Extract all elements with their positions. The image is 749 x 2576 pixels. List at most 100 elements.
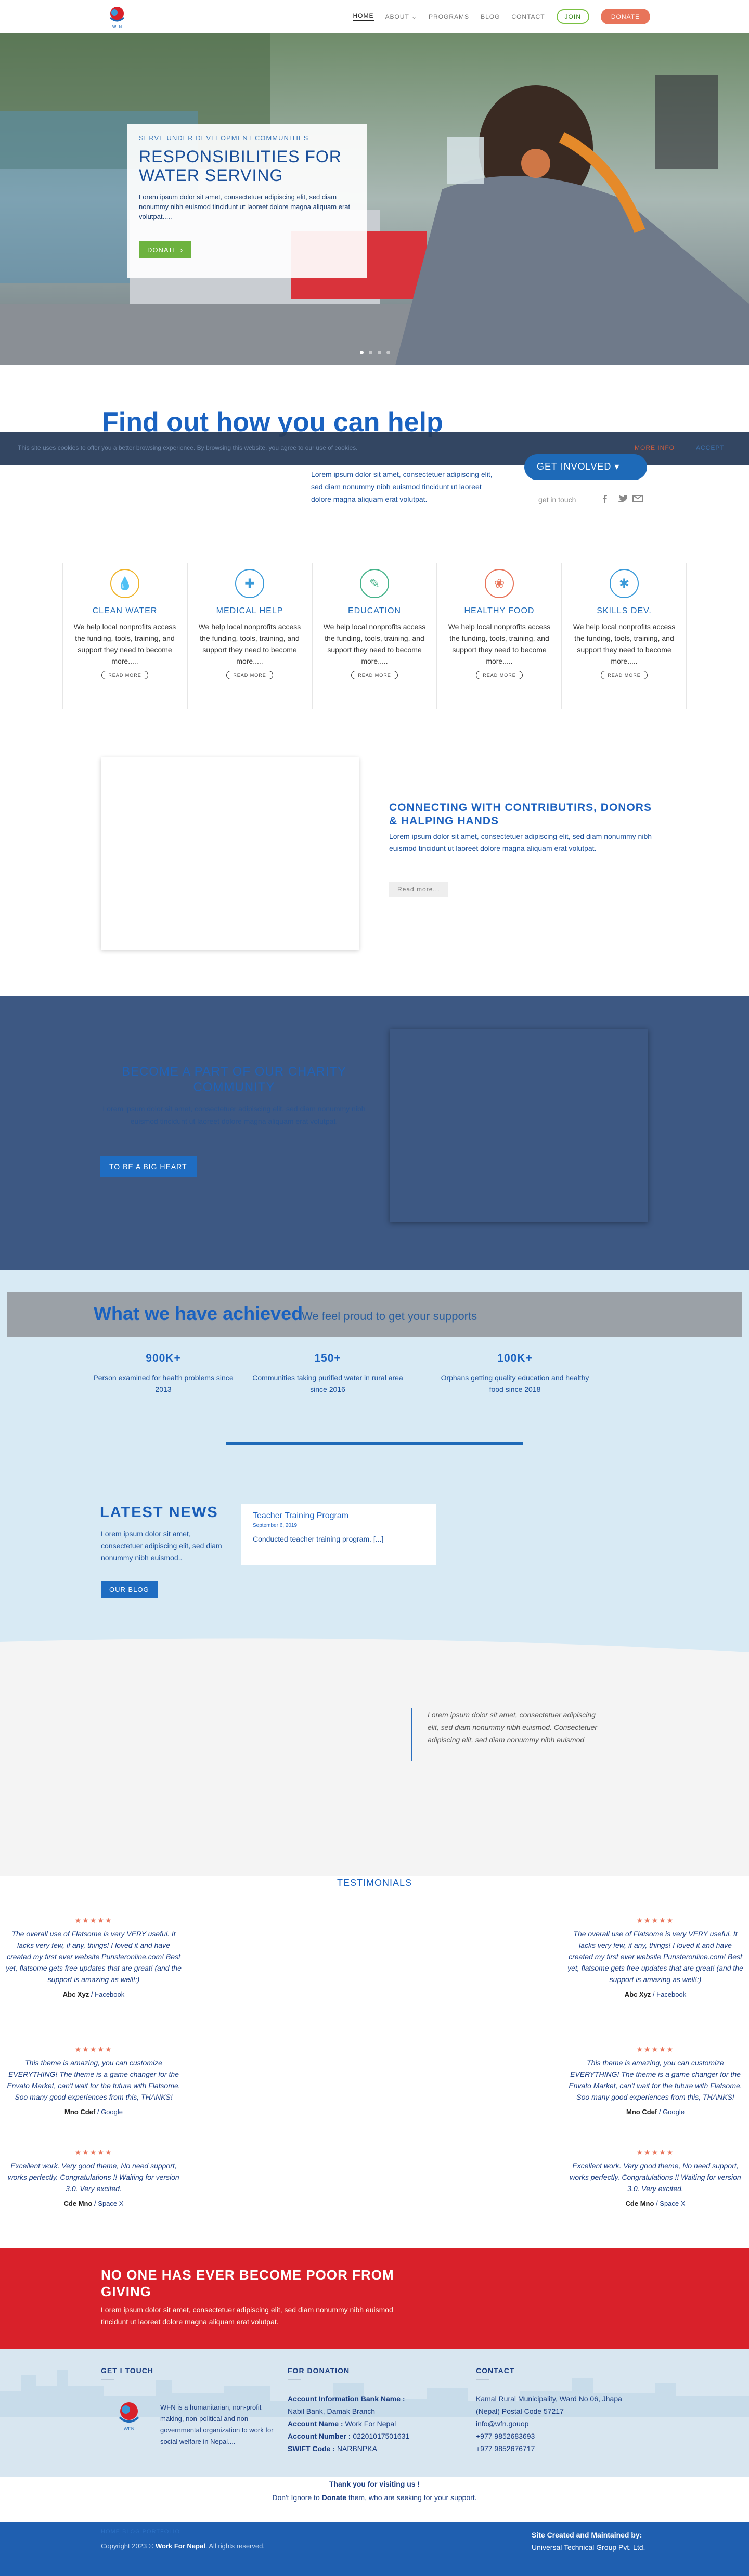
- footer-bank-info: Account Information Bank Name : Nabil Ba…: [288, 2392, 454, 2455]
- testimonial-author: Cde Mno / Space X: [625, 2199, 686, 2207]
- slider-dot[interactable]: [378, 351, 381, 354]
- stat-number: 100K+: [497, 1352, 533, 1364]
- our-blog-button[interactable]: OUR BLOG: [101, 1581, 158, 1598]
- email-icon[interactable]: [632, 493, 643, 504]
- connect-title: CONNECTING WITH CONTRIBUTIRS, DONORS & H…: [389, 801, 652, 827]
- hero-content-box: SERVE UNDER DEVELOPMENT COMMUNITIES RESP…: [127, 124, 367, 278]
- latest-news-text: Lorem ipsum dolor sit amet, consectetuer…: [101, 1530, 222, 1562]
- join-button[interactable]: JOIN: [556, 9, 589, 24]
- slider-dot[interactable]: [369, 351, 372, 354]
- big-heart-text: Lorem ipsum dolor sit amet, consectetuer…: [102, 1105, 366, 1125]
- stat-label: Communities taking purified water in rur…: [252, 1374, 403, 1393]
- phone-link[interactable]: +977 9852683693: [476, 2430, 653, 2442]
- read-more-button[interactable]: READ MORE: [351, 671, 398, 679]
- facebook-icon[interactable]: [599, 493, 610, 504]
- stat-number: 150+: [314, 1352, 341, 1364]
- footer-col-get-in-touch-title: GET I TOUCH: [101, 2366, 153, 2375]
- twitter-icon[interactable]: [615, 493, 628, 504]
- testimonial-author: Abc Xyz / Facebook: [624, 1990, 687, 1998]
- nav-about[interactable]: ABOUT ⌄: [385, 13, 418, 20]
- connect-text: Lorem ipsum dolor sit amet, consectetuer…: [389, 832, 652, 852]
- findout-text: Lorem ipsum dolor sit amet, consectetuer…: [311, 470, 493, 503]
- nav-contact[interactable]: CONTACT: [511, 13, 545, 20]
- news-card-date: September 6, 2019: [253, 1523, 298, 1529]
- big-heart-media-placeholder: [390, 1029, 648, 1222]
- main-nav: HOME ABOUT ⌄ PROGRAMS BLOG CONTACT JOIN …: [353, 9, 650, 24]
- phone-link[interactable]: +977 9852676717: [476, 2442, 653, 2455]
- bottom-nav-links[interactable]: HOME BLOG PORTFOLIO: [101, 2529, 180, 2535]
- email-link[interactable]: info@wfn.gouop: [476, 2417, 653, 2430]
- testimonial-quote: This theme is amazing, you can customize…: [7, 2059, 180, 2101]
- address-line: (Nepal) Postal Code 57217: [476, 2407, 564, 2415]
- rating-stars: ★★★★★: [636, 1916, 675, 1924]
- testimonial-right-2: ★★★★★ This theme is amazing, you can cus…: [567, 2045, 744, 2116]
- maintained-by: Site Created and Maintained by: Universa…: [532, 2531, 645, 2552]
- giving-banner-text: Lorem ipsum dolor sit amet, consectetuer…: [101, 2306, 393, 2326]
- thanks-title: Thank you for visiting us !: [329, 2480, 420, 2488]
- read-more-button[interactable]: READ MORE: [226, 671, 273, 679]
- book-icon: ✎: [360, 569, 389, 598]
- connect-read-more-button[interactable]: Read more...: [389, 882, 448, 897]
- rating-stars: ★★★★★: [636, 2045, 675, 2053]
- stat-label: Person examined for health problems sinc…: [93, 1374, 234, 1393]
- slider-dot[interactable]: [386, 351, 390, 354]
- cookie-more-info-link[interactable]: MORE INFO: [635, 444, 675, 451]
- giving-banner-title: NO ONE HAS EVER BECOME POOR FROM GIVING: [101, 2267, 394, 2299]
- nav-home[interactable]: HOME: [353, 12, 374, 21]
- big-heart-title: Become a part of our charity community: [121, 1065, 347, 1094]
- hero-text: Lorem ipsum dolor sit amet, consectetuer…: [139, 193, 351, 221]
- stat-number: 900K+: [146, 1352, 181, 1364]
- testimonial-quote: The overall use of Flatsome is very VERY…: [567, 1930, 743, 1984]
- read-more-button[interactable]: READ MORE: [476, 671, 523, 679]
- footer-about-text: WFN is a humanitarian, non-profit making…: [160, 2403, 274, 2445]
- food-icon: ❀: [485, 569, 514, 598]
- news-card[interactable]: Teacher Training Program September 6, 20…: [241, 1504, 436, 1565]
- achievements-title: What we have achieved: [94, 1303, 303, 1324]
- copyright-text: Copyright 2023 © Work For Nepal. All rig…: [101, 2542, 265, 2550]
- connect-media-placeholder: [101, 757, 359, 950]
- hero-photo: [0, 33, 749, 365]
- service-title: SKILLS DEV.: [597, 606, 652, 615]
- testimonial-quote: The overall use of Flatsome is very VERY…: [6, 1930, 182, 1984]
- testimonial-quote: Excellent work. Very good theme, No need…: [8, 2161, 179, 2193]
- quote-section: [0, 1632, 749, 1876]
- slider-dot[interactable]: [360, 351, 364, 354]
- site-logo[interactable]: WFN: [102, 3, 132, 30]
- big-heart-button[interactable]: TO BE A BIG HEART: [100, 1156, 197, 1177]
- footer-logo[interactable]: WFN: [109, 2398, 149, 2432]
- quote-text: Lorem ipsum dolor sit amet, consectetuer…: [428, 1711, 598, 1744]
- read-more-button[interactable]: READ MORE: [101, 671, 148, 679]
- slider-dots: [360, 351, 390, 354]
- read-more-button[interactable]: READ MORE: [601, 671, 648, 679]
- stat-water: 150+ Communities taking purified water i…: [250, 1352, 406, 1395]
- nav-blog[interactable]: BLOG: [481, 13, 500, 20]
- get-involved-button[interactable]: GET INVOLVED ▾: [524, 454, 647, 480]
- service-text: We help local nonprofits access the fund…: [198, 623, 301, 665]
- cookie-accept-button[interactable]: ACCEPT: [696, 444, 725, 451]
- service-title: MEDICAL HELP: [216, 606, 283, 615]
- testimonial-quote: Excellent work. Very good theme, No need…: [570, 2161, 741, 2193]
- section-wave: [0, 1632, 749, 1652]
- achievements-subtitle: We feel proud to get your supports: [302, 1310, 477, 1323]
- testimonial-left-1: ★★★★★ The overall use of Flatsome is ver…: [5, 1916, 182, 1998]
- hero-donate-button[interactable]: DONATE ›: [139, 241, 192, 258]
- bank-line: SWIFT Code : NARBNPKA: [288, 2444, 377, 2453]
- hero-eyebrow: SERVE UNDER DEVELOPMENT COMMUNITIES: [139, 134, 309, 142]
- stat-orphans: 100K+ Orphans getting quality education …: [437, 1352, 593, 1395]
- caret-down-icon: ▾: [614, 461, 620, 472]
- stat-health: 900K+ Person examined for health problem…: [85, 1352, 241, 1395]
- nav-programs[interactable]: PROGRAMS: [429, 13, 469, 20]
- svg-text:WFN: WFN: [124, 2426, 135, 2431]
- testimonial-author: Cde Mno / Space X: [63, 2199, 124, 2207]
- section-divider: [226, 1442, 523, 1445]
- news-card-title[interactable]: Teacher Training Program: [253, 1511, 424, 1521]
- service-text: We help local nonprofits access the fund…: [73, 623, 176, 665]
- footer-col-underline: [101, 2379, 114, 2380]
- donate-header-button[interactable]: DONATE: [600, 9, 650, 24]
- rating-stars: ★★★★★: [636, 2148, 675, 2156]
- stat-label: Orphans getting quality education and he…: [441, 1374, 589, 1393]
- rating-stars: ★★★★★: [74, 2045, 113, 2053]
- footer-col-underline: [476, 2379, 489, 2380]
- service-title: CLEAN WATER: [92, 606, 158, 615]
- latest-news-title: LATEST NEWS: [100, 1504, 218, 1521]
